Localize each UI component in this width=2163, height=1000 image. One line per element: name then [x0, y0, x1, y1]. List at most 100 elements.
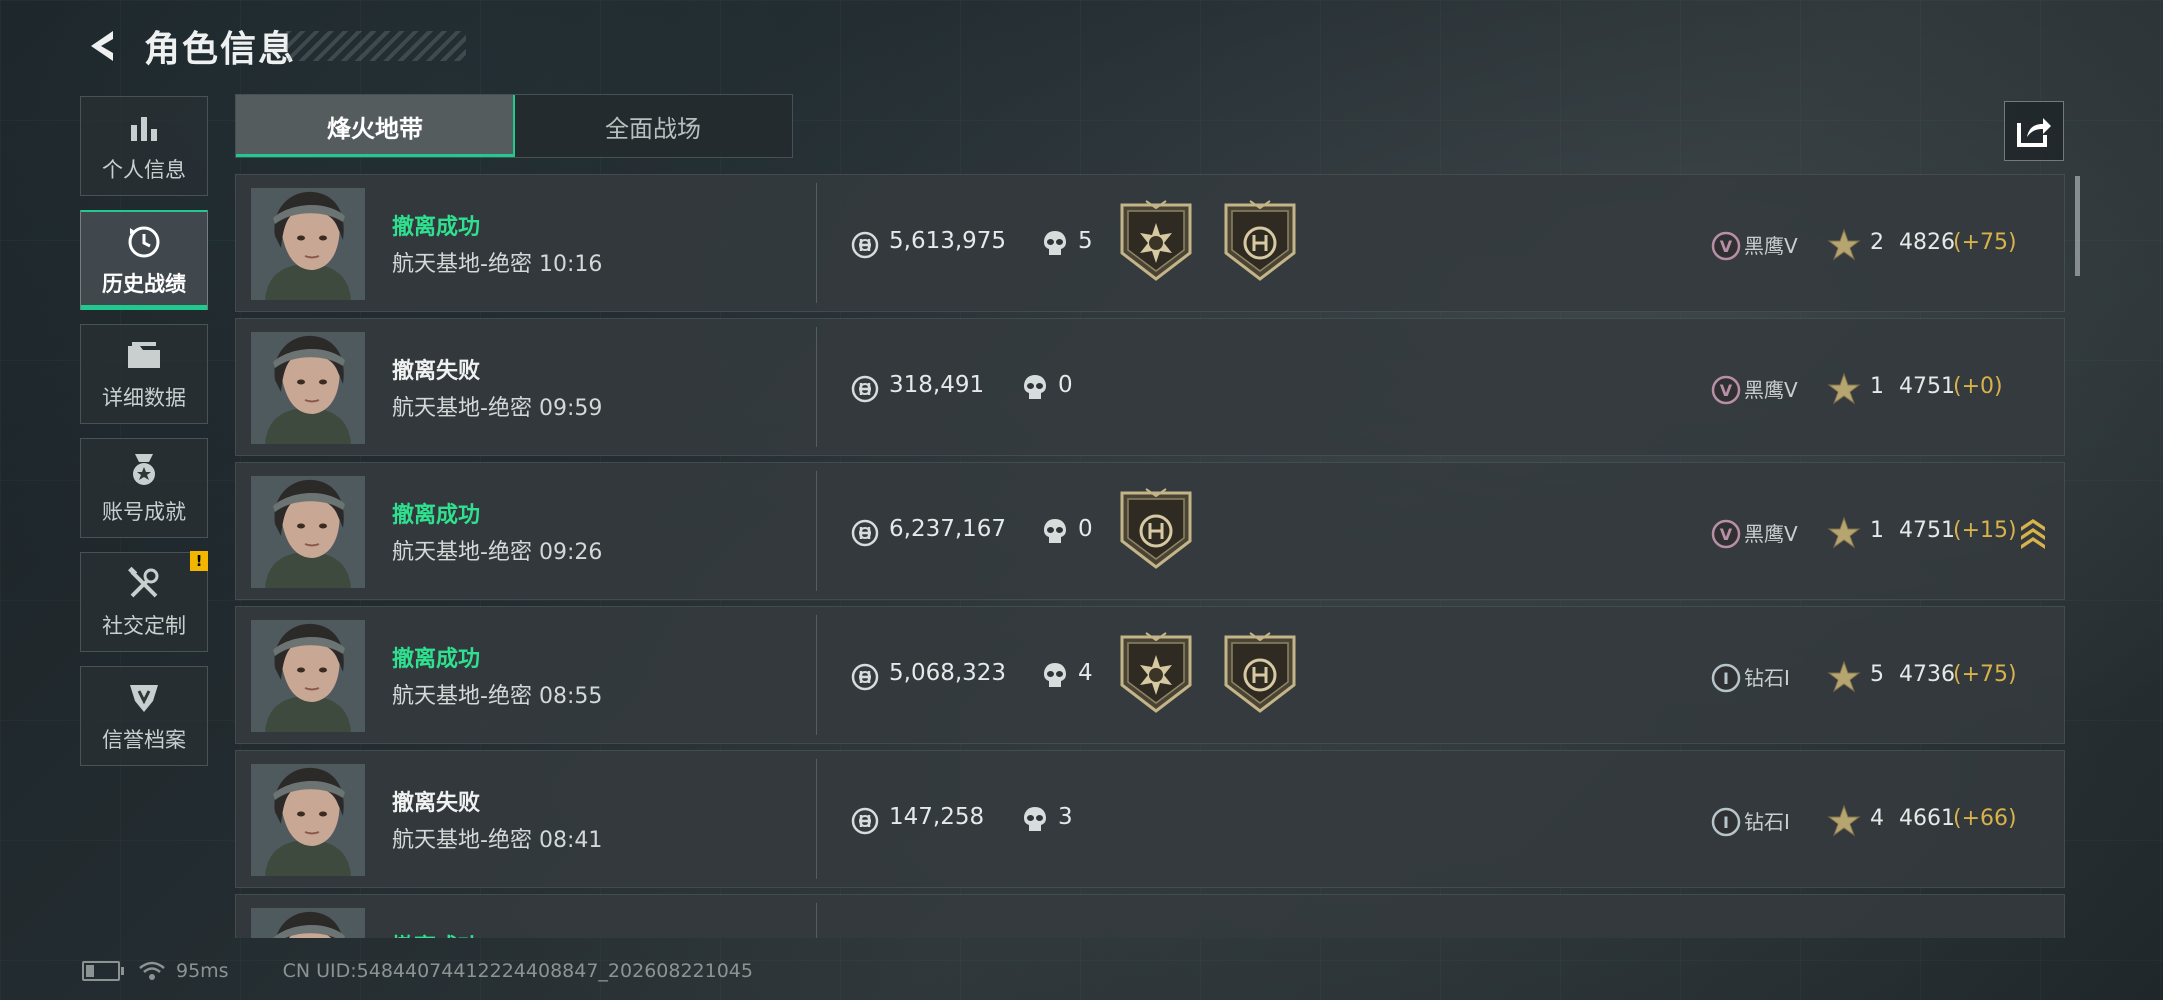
- operator-avatar: [251, 332, 365, 444]
- sidebar-item-profile[interactable]: 个人信息: [80, 96, 208, 196]
- coin-value: 5,068,323: [889, 660, 1007, 686]
- rank-up-chevron-icon: [2018, 515, 2048, 551]
- operator-avatar: [251, 764, 365, 876]
- sidebar-item-label: 社交定制: [102, 614, 186, 638]
- status-footer: 95ms CN UID:54844074412224408847_2026082…: [82, 956, 753, 986]
- match-result: 撤离失败: [392, 791, 481, 816]
- skull-icon: [1041, 229, 1069, 259]
- kill-medal-icon[interactable]: [1116, 631, 1196, 715]
- match-record-row[interactable]: 撤离失败 航天基地-绝密 08:41 147,258 3 I 钻石I 4 4661 (+66): [235, 750, 2065, 888]
- share-icon: [2017, 118, 2051, 147]
- star-count: 1: [1870, 374, 1884, 399]
- rank-name: 钻石I: [1744, 810, 1790, 834]
- map-name: 航天基地-绝密: [392, 252, 532, 277]
- sidebar-item-credit[interactable]: 信誉档案: [80, 666, 208, 766]
- coin-icon: [851, 663, 879, 691]
- match-time: 09:59: [538, 396, 603, 421]
- row-divider: [816, 183, 817, 303]
- rank-name: 钻石I: [1744, 666, 1790, 690]
- star-icon: [1827, 372, 1861, 406]
- sidebar-item-label: 详细数据: [102, 386, 186, 410]
- tools-icon: [124, 564, 164, 604]
- coin-medal-icon[interactable]: [1220, 631, 1300, 715]
- coin-icon: [851, 519, 879, 547]
- match-record-row[interactable]: 撤离成功 航天基地-绝密 08:55 5,068,323 4 I 钻石I 5 4736 (+75…: [235, 606, 2065, 744]
- coin-icon: [851, 231, 879, 259]
- match-time: 09:26: [538, 540, 603, 565]
- coin-value: 318,491: [889, 372, 985, 398]
- match-map-time: 航天基地-绝密 09:26: [392, 534, 602, 566]
- sidebar-item-details[interactable]: 详细数据: [80, 324, 208, 424]
- match-result: 撤离成功: [392, 503, 481, 528]
- rank-score: 4751: [1899, 518, 1955, 543]
- ping-value: 95ms: [176, 960, 229, 982]
- score-delta: (+15): [1953, 518, 2017, 543]
- star-icon: [1827, 660, 1861, 694]
- star-icon: [1827, 228, 1861, 262]
- sidebar-item-label: 账号成就: [102, 500, 186, 524]
- map-name: 航天基地-绝密: [392, 828, 532, 853]
- kill-count: 0: [1078, 516, 1093, 542]
- match-record-row[interactable]: 撤离失败 航天基地-绝密 09:59 318,491 0 V 黑鹰V 1 4751 (+0): [235, 318, 2065, 456]
- rank-v-icon: V: [1710, 230, 1742, 262]
- sidebar-item-history[interactable]: 历史战绩: [80, 210, 208, 310]
- folder-icon: [124, 336, 164, 376]
- sidebar-item-label: 历史战绩: [102, 272, 186, 296]
- match-map-time: 航天基地-绝密 09:59: [392, 390, 602, 422]
- star-icon: [1827, 804, 1861, 838]
- star-icon: [1827, 516, 1861, 550]
- coin-medal-icon[interactable]: [1116, 487, 1196, 571]
- kill-medal-icon[interactable]: [1116, 199, 1196, 283]
- sidebar-item-achievements[interactable]: 账号成就: [80, 438, 208, 538]
- history-clock-icon: [124, 222, 164, 262]
- coin-value: 5,613,975: [889, 228, 1007, 254]
- rank-name: 黑鹰V: [1744, 522, 1798, 546]
- match-time: 08:41: [538, 828, 603, 853]
- kill-count: 0: [1058, 372, 1073, 398]
- share-button[interactable]: [2004, 101, 2064, 161]
- score-delta: (+75): [1953, 230, 2017, 255]
- match-result: 撤离成功: [392, 215, 481, 240]
- coin-icon: [851, 807, 879, 835]
- rank-score: 4826: [1899, 230, 1955, 255]
- star-count: 4: [1870, 806, 1884, 831]
- tab-battlefield[interactable]: 全面战场: [514, 95, 792, 157]
- match-record-row[interactable]: 撤离成功 航天基地-绝密 10:16 5,613,975 5 V 黑鹰V 2 4826 (+75…: [235, 174, 2065, 312]
- operator-avatar: [251, 620, 365, 732]
- match-record-row[interactable]: 撤离成功 航天基地-绝密 09:26 6,237,167 0 V 黑鹰V 1 4751 (+15…: [235, 462, 2065, 600]
- match-result: 撤离成功: [392, 929, 480, 938]
- header: 角色信息: [80, 18, 467, 74]
- match-time: 08:55: [538, 684, 603, 709]
- tab-warzone[interactable]: 烽火地带: [236, 95, 515, 157]
- credit-shield-icon: [124, 678, 164, 718]
- coin-icon: [851, 375, 879, 403]
- list-scrollbar[interactable]: [2075, 176, 2080, 276]
- skull-icon: [1041, 661, 1069, 691]
- coin-medal-icon[interactable]: [1220, 199, 1300, 283]
- match-time: 10:16: [538, 252, 603, 277]
- row-divider: [816, 471, 817, 591]
- row-divider: [816, 903, 817, 938]
- kill-count: 3: [1058, 804, 1073, 830]
- score-delta: (+75): [1953, 662, 2017, 687]
- match-record-row[interactable]: 撤离成功: [235, 894, 2065, 938]
- page-title: 角色信息: [144, 29, 297, 70]
- warning-badge: !: [190, 551, 208, 571]
- rank-i-icon: I: [1710, 662, 1742, 694]
- rank-score: 4736: [1899, 662, 1955, 687]
- star-count: 2: [1870, 230, 1884, 255]
- score-delta: (+0): [1953, 374, 2003, 399]
- row-divider: [816, 327, 817, 447]
- back-button[interactable]: [80, 24, 124, 68]
- uid-text: CN UID:54844074412224408847_202608221045: [282, 960, 753, 982]
- map-name: 航天基地-绝密: [392, 684, 532, 709]
- operator-avatar: [251, 476, 365, 588]
- skull-icon: [1021, 373, 1049, 403]
- row-divider: [816, 759, 817, 879]
- operator-avatar: [251, 188, 365, 300]
- kill-count: 4: [1078, 660, 1093, 686]
- sidebar-item-social[interactable]: ! 社交定制: [80, 551, 208, 652]
- match-history-list: 撤离成功 航天基地-绝密 10:16 5,613,975 5 V 黑鹰V 2 4826 (+75…: [235, 174, 2067, 938]
- mode-tabs: 烽火地带 全面战场: [235, 94, 793, 158]
- operator-avatar: [251, 908, 365, 938]
